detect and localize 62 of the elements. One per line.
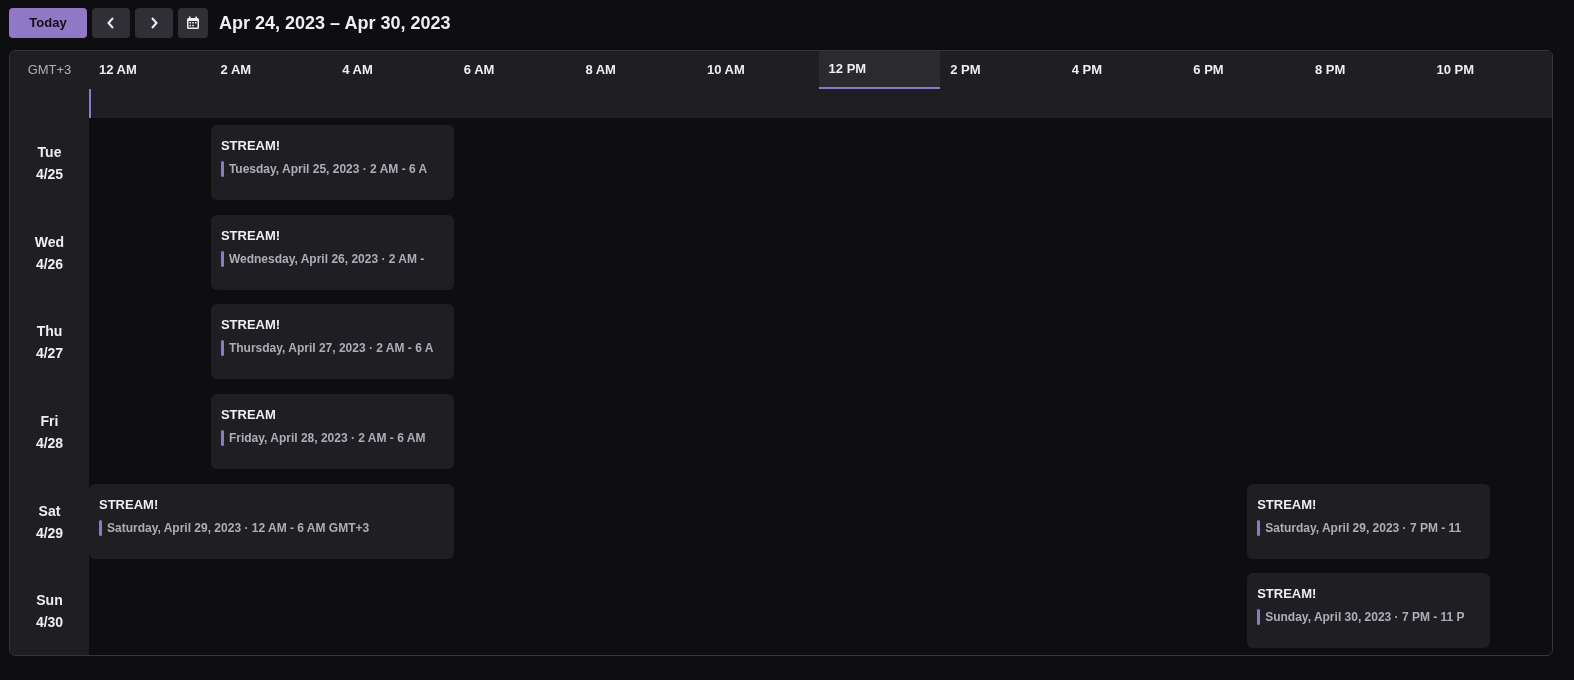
event-accent-bar — [220, 340, 224, 357]
event-card[interactable]: STREAM! Thursday, April 27, 2023 · 2 AM - 6 A — [210, 304, 454, 380]
weekday-label: Sat — [38, 503, 61, 518]
date-label: 4/25 — [35, 166, 64, 181]
hour-column-header[interactable]: 8 AM — [575, 51, 697, 89]
event-details: Saturday, April 29, 2023 · 7 PM - 11 — [1265, 521, 1462, 534]
weekday-label: Tue — [37, 144, 62, 159]
event-card[interactable]: STREAM Friday, April 28, 2023 · 2 AM - 6 AM — [210, 394, 454, 470]
hour-column-header[interactable]: 6 PM — [1183, 51, 1305, 89]
event-card[interactable]: STREAM! Tuesday, April 25, 2023 · 2 AM - 6 A — [210, 125, 454, 200]
event-card[interactable]: STREAM! Saturday, April 29, 2023 · 7 PM - 11 — [1247, 483, 1491, 559]
event-accent-bar — [1257, 609, 1261, 626]
event-title: STREAM — [220, 408, 277, 422]
hour-column-header[interactable]: 10 PM — [1426, 51, 1549, 89]
event-title: STREAM! — [1257, 497, 1318, 511]
today-button[interactable]: Today — [9, 8, 87, 38]
date-label: 4/29 — [35, 525, 64, 540]
timezone-label: GMT+3 — [26, 61, 73, 80]
event-details: Friday, April 28, 2023 · 2 AM - 6 AM — [228, 432, 426, 445]
date-label: 4/26 — [35, 256, 64, 271]
event-details: Wednesday, April 26, 2023 · 2 AM - — [228, 252, 425, 265]
hour-column-header[interactable]: 2 PM — [940, 51, 1062, 89]
calendar-icon — [186, 16, 200, 30]
event-accent-bar — [1257, 519, 1261, 536]
event-accent-bar — [220, 430, 224, 447]
event-accent-bar — [220, 250, 224, 267]
event-details: Tuesday, April 25, 2023 · 2 AM - 6 A — [228, 163, 428, 175]
hour-column-header[interactable]: 8 PM — [1304, 51, 1427, 89]
hour-column-header[interactable]: 2 AM — [210, 51, 333, 89]
hour-column-header[interactable]: 4 AM — [332, 51, 454, 89]
weekday-label: Wed — [34, 234, 65, 249]
hour-column-header[interactable]: 4 PM — [1061, 51, 1184, 89]
event-details: Saturday, April 29, 2023 · 12 AM - 6 AM GMT+3 — [107, 521, 370, 534]
chevron-left-icon — [106, 16, 116, 30]
hour-column-header[interactable]: 12 AM — [89, 51, 211, 89]
event-card[interactable]: STREAM! Sunday, April 30, 2023 · 7 PM - 11 P — [1247, 573, 1491, 649]
current-time-line — [89, 89, 91, 118]
weekday-label: Fri — [40, 413, 59, 428]
chevron-right-icon — [149, 16, 159, 30]
event-title: STREAM! — [220, 228, 282, 242]
hour-column-header[interactable]: 6 AM — [453, 51, 576, 89]
event-title: STREAM! — [220, 318, 282, 332]
event-details: Thursday, April 27, 2023 · 2 AM - 6 A — [228, 342, 434, 355]
event-card[interactable]: STREAM! Saturday, April 29, 2023 · 12 AM - 6 AM GMT+3 — [89, 483, 454, 559]
event-title: STREAM! — [1257, 587, 1318, 601]
hour-column-header[interactable]: 10 AM — [696, 51, 819, 89]
date-label: 4/28 — [35, 435, 64, 450]
date-range-title: Apr 24, 2023 – Apr 30, 2023 — [219, 11, 451, 35]
date-label: 4/30 — [35, 615, 64, 630]
event-card[interactable]: STREAM! Wednesday, April 26, 2023 · 2 AM - — [210, 214, 454, 290]
event-title: STREAM! — [220, 139, 282, 152]
date-label: 4/27 — [35, 346, 64, 361]
hour-column-header[interactable]: 12 PM — [818, 51, 941, 89]
event-accent-bar — [220, 161, 224, 177]
next-button[interactable] — [135, 8, 173, 38]
weekday-label: Sun — [36, 593, 63, 608]
previous-button[interactable] — [92, 8, 130, 38]
weekday-label: Thu — [36, 324, 63, 339]
event-accent-bar — [99, 519, 102, 536]
date-picker-button[interactable] — [178, 8, 208, 38]
event-details: Sunday, April 30, 2023 · 7 PM - 11 P — [1265, 611, 1465, 624]
event-title: STREAM! — [99, 497, 160, 511]
